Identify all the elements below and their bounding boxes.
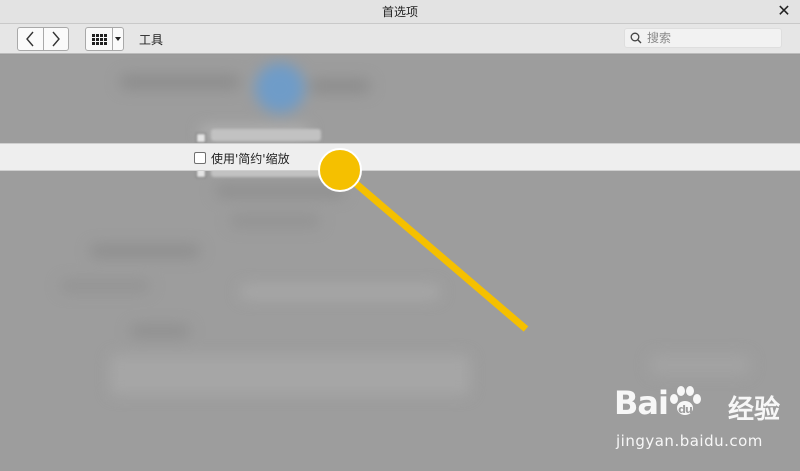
watermark-brand: Bai du [614,384,702,422]
watermark-sub: 经验 [728,395,781,425]
baidu-jingyan-watermark: Bai du 经验 jingyan.baidu.com [612,384,790,454]
search-icon [629,31,643,45]
search-box[interactable] [624,28,782,48]
svg-text:du: du [678,403,692,416]
caret-down-icon [115,37,122,41]
grid-icon [91,33,107,45]
faded-checkbox [196,133,206,143]
chevron-right-icon [52,31,60,47]
category-title: 工具 [139,33,164,47]
chevron-left-icon [26,31,35,47]
show-all-group [85,27,124,51]
show-all-button[interactable] [86,28,112,50]
simple-zoom-label: 使用'简约'缩放 [211,152,290,166]
search-input[interactable] [647,31,777,45]
forward-button[interactable] [42,28,68,50]
close-button[interactable]: ✕ [776,3,792,19]
window-title: 首选项 [381,5,418,19]
back-button[interactable] [18,28,43,50]
navigation-group [17,27,69,51]
faded-option-text [211,129,321,141]
preferences-window: 首选项 ✕ 工具 搜索 使用'简约'缩放 Bai du 经验 jingyan.b… [0,0,800,471]
watermark-url: jingyan.baidu.com [616,432,763,450]
highlighted-option-row: 使用'简约'缩放 [0,143,800,171]
simple-zoom-checkbox[interactable] [194,152,206,164]
title-bar: 首选项 ✕ [0,0,800,24]
paw-icon: du [669,386,701,416]
toolbar: 工具 [0,24,800,54]
close-icon: ✕ [777,1,791,20]
show-all-dropdown-button[interactable] [112,28,123,50]
